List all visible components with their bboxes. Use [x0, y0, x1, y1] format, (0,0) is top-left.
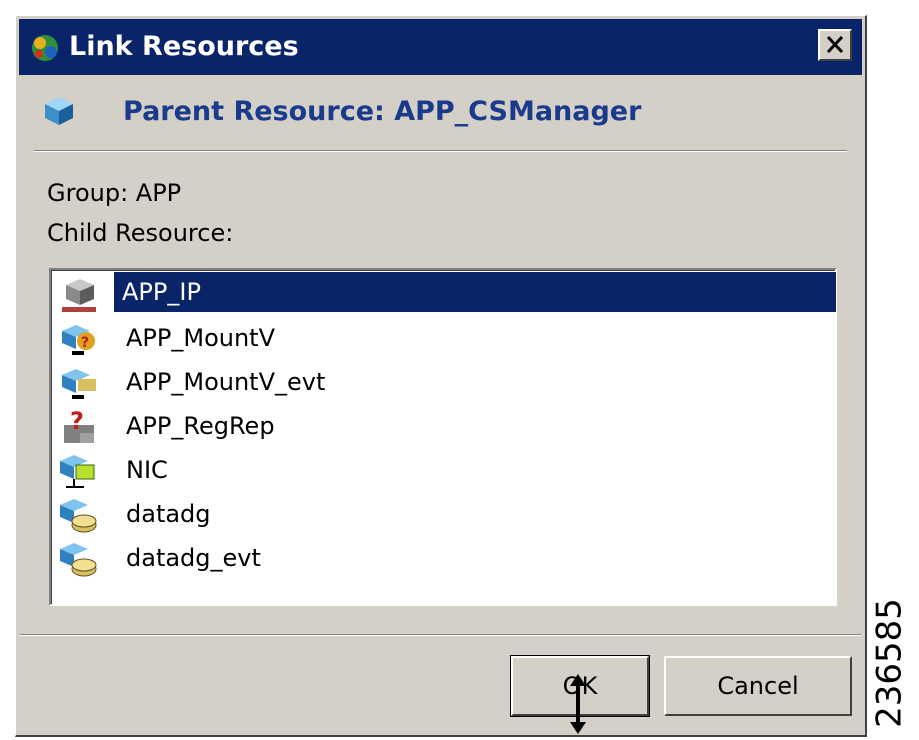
title-bar[interactable]: Link Resources [19, 19, 862, 75]
svg-text:?: ? [81, 335, 89, 351]
mountv-resource-icon: ? [62, 325, 95, 355]
diskgroup-resource-icon [60, 499, 97, 533]
child-resource-label: Child Resource: [47, 219, 234, 247]
parent-resource-heading: Parent Resource: APP_CSManager [123, 96, 642, 127]
ip-resource-icon [62, 279, 96, 312]
list-item-app-mountv[interactable]: ? APP_MountV [60, 315, 830, 359]
resource-cube-icon [45, 97, 73, 125]
list-item-label: datadg_evt [126, 544, 261, 572]
link-resources-dialog: Link Resources Parent Resource: APP_CSMa… [15, 15, 867, 737]
list-item-label: APP_MountV [126, 324, 276, 352]
list-item-nic[interactable]: NIC [60, 447, 830, 491]
list-item-datadg[interactable]: datadg [60, 491, 830, 535]
regrep-resource-icon: ? [64, 407, 94, 443]
list-item-label: APP_RegRep [126, 412, 275, 440]
dialog-header: Parent Resource: APP_CSManager [19, 75, 862, 149]
list-item-app-ip[interactable]: APP_IP [60, 271, 836, 315]
close-icon [826, 35, 844, 54]
list-item-label: NIC [126, 456, 168, 484]
header-divider [34, 150, 847, 152]
child-resource-list[interactable]: APP_IP ? APP_MountV APP_MountV_evt ? APP… [49, 268, 837, 606]
list-item-label: datadg [126, 500, 211, 528]
list-item-app-regrep[interactable]: ? APP_RegRep [60, 403, 830, 447]
list-item-datadg-evt[interactable]: datadg_evt [60, 535, 830, 579]
window-title: Link Resources [69, 31, 299, 62]
diskgroup-evt-resource-icon [60, 543, 97, 577]
mountv-evt-resource-icon [62, 369, 96, 399]
figure-id: 236585 [869, 590, 916, 735]
close-button[interactable] [818, 29, 852, 61]
figure-id-text: 236585 [869, 598, 910, 728]
group-label: Group: APP [47, 179, 182, 207]
svg-text:?: ? [70, 407, 84, 435]
list-item-label: APP_MountV_evt [126, 368, 326, 396]
resize-cursor-icon [570, 674, 586, 734]
cancel-button[interactable]: Cancel [664, 656, 852, 716]
list-item-app-mountv-evt[interactable]: APP_MountV_evt [60, 359, 830, 403]
nic-resource-icon [60, 455, 95, 488]
cluster-app-icon [32, 35, 58, 61]
list-item-label: APP_IP [114, 272, 836, 312]
footer-divider [20, 634, 861, 636]
